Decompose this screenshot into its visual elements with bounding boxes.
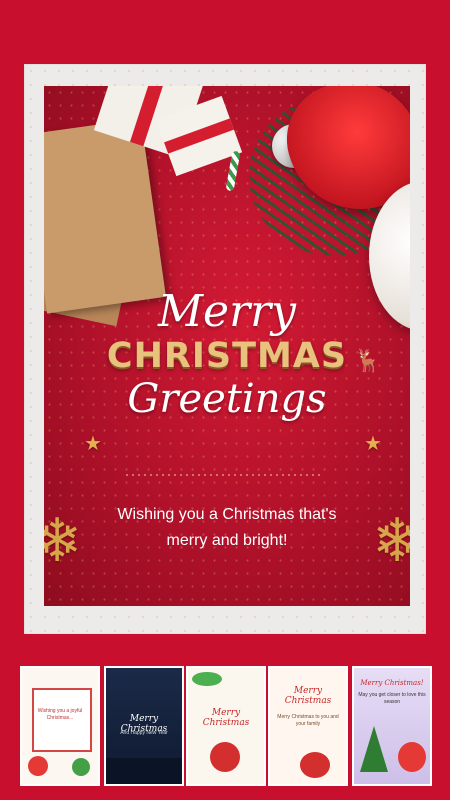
dotted-divider — [124, 474, 324, 476]
template-thumbnail-1[interactable]: Wishing you a joyful Christmas... — [20, 666, 100, 786]
template-thumbnail-2[interactable]: Merry Christmas And Happy New Year — [104, 666, 184, 786]
greeting-card[interactable]: Merry CHRISTMAS 🦌 Greetings ★ ★ Wishing … — [44, 86, 410, 606]
star-icon-left: ★ — [84, 433, 102, 455]
thumbnail-title: Merry Christmas! — [360, 679, 424, 687]
title-merry: Merry — [157, 286, 296, 337]
greeting-card-frame: Merry CHRISTMAS 🦌 Greetings ★ ★ Wishing … — [24, 64, 426, 634]
reindeer-icon: 🦌 — [354, 348, 382, 373]
greeting-line-2: merry and bright! — [166, 532, 288, 549]
title-greetings: Greetings — [127, 376, 327, 422]
template-thumbnail-5[interactable]: Merry Christmas! May you get closer to l… — [352, 666, 432, 786]
greeting-line-1: Wishing you a Christmas that's — [117, 506, 337, 523]
greeting-message: Wishing you a Christmas that's merry and… — [64, 502, 390, 554]
thumbnail-title: Merry Christmas — [284, 686, 332, 706]
thumbnail-title: Merry Christmas — [202, 708, 250, 728]
template-thumbnail-strip: Wishing you a joyful Christmas... Merry … — [0, 666, 450, 786]
thumbnail-subtitle: Wishing you a joyful Christmas... — [37, 708, 83, 721]
thumbnail-subtitle: Merry Christmas to you and your family — [277, 714, 339, 727]
thumbnail-subtitle: And Happy New Year — [120, 730, 168, 736]
snowflake-icon-left: ❄ — [44, 507, 83, 574]
template-thumbnail-4[interactable]: Merry Christmas Merry Christmas to you a… — [268, 666, 348, 786]
template-thumbnail-3[interactable]: Merry Christmas — [186, 666, 266, 786]
snowflake-icon-right: ❄ — [372, 507, 410, 574]
star-icon-right: ★ — [364, 433, 382, 455]
thumbnail-subtitle: May you get closer to love this season — [358, 692, 426, 705]
